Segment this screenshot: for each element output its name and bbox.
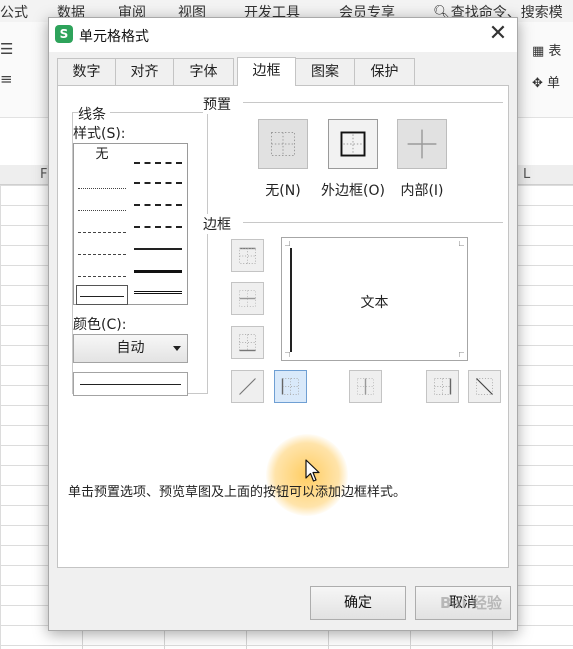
tab-alignment[interactable]: 对齐 (115, 58, 174, 85)
column-header-l[interactable]: L (523, 167, 530, 182)
line-style-dash-dot[interactable] (78, 254, 126, 255)
line-style-double[interactable] (134, 291, 182, 295)
preview-sample-text: 文本 (360, 295, 389, 311)
border-inside-vertical-button[interactable] (349, 370, 382, 403)
preset-outline-label: 外边框(O) (321, 183, 385, 199)
border-top-button[interactable] (231, 239, 264, 272)
line-style-hair[interactable] (78, 188, 126, 189)
presets-group-divider (243, 102, 503, 103)
watermark-logo: Bai 经验 (440, 594, 502, 612)
preset-outline-button[interactable] (328, 119, 378, 169)
line-style-none[interactable]: 无 (78, 146, 126, 164)
format-cells-dialog: S 单元格格式 ✕ 数字 对齐 字体 边框 图案 保护 线条 样式(S): 无 (48, 17, 518, 631)
border-hint-text: 单击预置选项、预览草图及上面的按钮可以添加边框样式。 (68, 485, 407, 500)
toolbar-item-table-label: 表 (548, 44, 562, 59)
border-right-button[interactable] (426, 370, 459, 403)
color-dropdown-value: 自动 (116, 340, 145, 356)
line-style-thick[interactable] (134, 270, 182, 273)
border-bottom-button[interactable] (231, 326, 264, 359)
tab-font[interactable]: 字体 (173, 58, 234, 85)
line-style-dotted[interactable] (78, 210, 126, 211)
toolbar-item-cell[interactable]: ✥ 单 (532, 72, 560, 91)
border-top-icon (239, 247, 256, 264)
line-color-preview (73, 372, 188, 396)
cell-icon: ✥ (532, 76, 548, 91)
preset-none-icon (271, 132, 295, 156)
line-style-medium[interactable] (134, 248, 182, 250)
preset-none-button[interactable] (258, 119, 308, 169)
border-diagonal-down-icon (476, 378, 493, 395)
toolbar-item-table[interactable]: ▦ 表 (532, 40, 561, 59)
close-icon[interactable]: ✕ (485, 22, 511, 48)
border-diagonal-up-button[interactable] (231, 370, 264, 403)
corner-mark (459, 352, 464, 357)
dialog-titlebar[interactable]: S 单元格格式 ✕ (49, 18, 517, 52)
tab-pattern[interactable]: 图案 (295, 58, 355, 85)
border-inside-horizontal-icon (239, 290, 256, 307)
style-label: 样式(S): (73, 123, 126, 143)
line-style-slanted-dash-dot[interactable] (134, 182, 182, 184)
ok-button[interactable]: 确定 (310, 586, 406, 620)
border-right-icon (434, 378, 452, 395)
corner-mark (285, 241, 290, 246)
preset-inside-label: 内部(I) (400, 183, 444, 199)
border-diagonal-up-icon (239, 378, 256, 395)
border-preview-area[interactable]: 文本 (281, 237, 468, 361)
border-inside-vertical-icon (357, 378, 374, 395)
line-style-medium-dash-dot[interactable] (134, 204, 182, 206)
line-style-dashed[interactable] (78, 276, 126, 277)
border-bottom-icon (239, 334, 256, 352)
column-header-f[interactable]: F (40, 167, 47, 182)
tab-number[interactable]: 数字 (57, 58, 116, 85)
align-right-icon[interactable]: ≡ (0, 70, 13, 88)
tab-border[interactable]: 边框 (237, 57, 296, 86)
tab-protection[interactable]: 保护 (354, 58, 415, 85)
presets-group-label: 预置 (203, 94, 235, 114)
lines-group-label: 线条 (78, 104, 110, 124)
corner-mark (459, 241, 464, 246)
toolbar-item-cell-label: 单 (547, 76, 561, 91)
preset-outline-icon (340, 131, 366, 157)
corner-mark (285, 352, 290, 357)
border-left-button[interactable] (274, 370, 307, 403)
preset-inside-button[interactable] (397, 119, 447, 169)
table-icon: ▦ (532, 44, 549, 59)
chevron-down-icon (173, 346, 181, 351)
line-style-list[interactable]: 无 (73, 143, 188, 305)
color-label: 颜色(C): (73, 314, 127, 334)
dialog-title: 单元格格式 (79, 29, 149, 45)
selected-line-style (76, 285, 128, 305)
border-group-label: 边框 (203, 214, 235, 234)
border-group-divider (243, 222, 503, 223)
align-left-icon[interactable]: ☰ (0, 40, 13, 58)
border-left-icon (281, 378, 299, 395)
ribbon-tab-formula[interactable]: 公式 (0, 2, 28, 22)
color-dropdown[interactable]: 自动 (73, 334, 188, 363)
line-style-dash-dot-dot[interactable] (78, 232, 126, 233)
preset-inside-icon (407, 129, 437, 159)
mouse-pointer-icon (305, 459, 320, 482)
border-inside-horizontal-button[interactable] (231, 282, 264, 315)
preset-none-label: 无(N) (265, 183, 301, 199)
border-tab-panel: 线条 样式(S): 无 颜色(C): 自动 预置 无(N) 外边框(O) 内部(… (57, 85, 509, 568)
border-diagonal-down-button[interactable] (468, 370, 501, 403)
line-style-medium-dash-dot-dot[interactable] (134, 162, 182, 164)
wps-sheet-icon: S (55, 25, 73, 43)
line-style-medium-dashed[interactable] (134, 226, 182, 228)
